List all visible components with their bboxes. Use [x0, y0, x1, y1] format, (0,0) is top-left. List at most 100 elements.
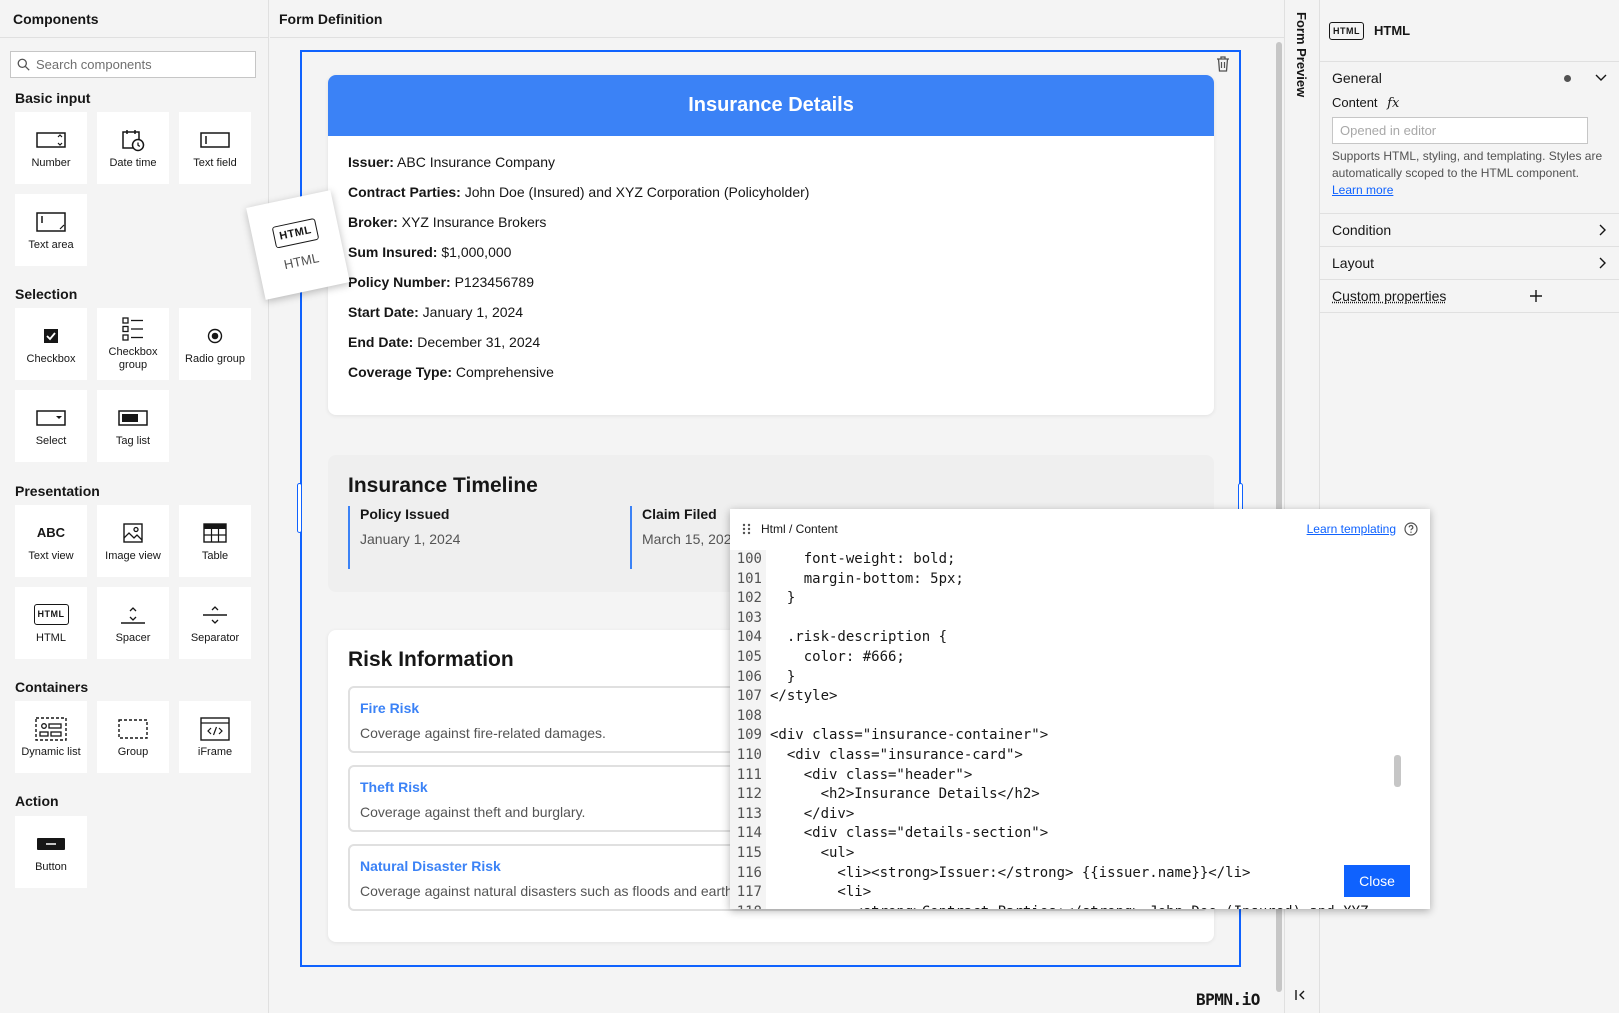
section-layout[interactable]: Layout	[1320, 246, 1619, 279]
tile-date-time-label: Date time	[109, 156, 157, 169]
iframe-icon	[200, 716, 230, 741]
delete-icon[interactable]	[1216, 56, 1230, 72]
line-number: 115	[736, 844, 762, 861]
code-line: <li>	[770, 884, 872, 901]
text-view-icon: ABC	[37, 520, 65, 546]
group-icon	[118, 718, 148, 739]
tile-separator-label: Separator	[190, 631, 240, 644]
tile-button[interactable]: Button	[15, 816, 87, 888]
calendar-clock-icon	[122, 129, 145, 151]
tile-tag-list-label: Tag list	[115, 434, 151, 447]
line-number: 107	[736, 688, 762, 705]
content-field[interactable]: Opened in editor	[1332, 117, 1588, 144]
code-content[interactable]: font-weight: bold; margin-bottom: 5px; }…	[770, 550, 1368, 909]
line-number: 103	[736, 609, 762, 626]
tile-html[interactable]: HTML HTML	[15, 587, 87, 659]
checkbox-icon	[44, 328, 58, 343]
code-editor[interactable]: 100 101 102 103 104 105 106 107 108 109 110 111 112 1…	[730, 550, 1413, 909]
tile-text-view[interactable]: ABC Text view	[15, 505, 87, 577]
bpmn-io-logo[interactable]: BPMN.iO	[1196, 990, 1260, 1009]
timeline-title: Insurance Timeline	[348, 474, 538, 497]
detail-start-date: Start Date: January 1, 2024	[348, 304, 524, 320]
group-containers: Containers	[15, 679, 89, 695]
detail-issuer: Issuer: ABC Insurance Company	[348, 154, 556, 170]
timeline-item-date: January 1, 2024	[360, 531, 461, 547]
resize-handle-left[interactable]	[297, 483, 302, 533]
form-preview-label[interactable]: Form Preview	[1294, 12, 1309, 97]
editor-scrollbar[interactable]	[1394, 755, 1401, 787]
tile-iframe[interactable]: iFrame	[179, 701, 251, 773]
line-number: 112	[736, 786, 762, 803]
general-header[interactable]: General	[1332, 62, 1607, 94]
condition-title: Condition	[1332, 222, 1392, 238]
line-number: 116	[736, 864, 762, 881]
tile-table[interactable]: Table	[179, 505, 251, 577]
tile-dynamic-list[interactable]: Dynamic list	[15, 701, 87, 773]
layout-title: Layout	[1332, 255, 1375, 271]
tile-select[interactable]: Select	[15, 390, 87, 462]
html-icon: HTML	[1329, 21, 1364, 40]
learn-more-link[interactable]: Learn more	[1332, 183, 1393, 197]
components-palette: Components Search components Basic input…	[0, 0, 269, 1013]
tile-group-label: Group	[117, 745, 149, 758]
code-line: font-weight: bold;	[770, 551, 956, 567]
help-icon[interactable]	[1404, 522, 1418, 536]
tile-checkbox-group[interactable]: Checkbox group	[97, 308, 169, 380]
close-button[interactable]: Close	[1344, 865, 1410, 897]
table-icon	[203, 522, 227, 543]
tile-image-view[interactable]: Image view	[97, 505, 169, 577]
editor-header: Html / Content Learn templating	[730, 509, 1430, 550]
editor-title: Html / Content	[761, 522, 838, 536]
custom-properties-title: Custom properties	[1332, 288, 1447, 304]
app-root: Components Search components Basic input…	[0, 0, 1619, 1013]
code-line: margin-bottom: 5px;	[770, 570, 964, 587]
tile-radio-group-label: Radio group	[185, 352, 245, 365]
line-number: 110	[736, 746, 762, 763]
tile-button-label: Button	[35, 860, 67, 873]
fx-icon[interactable]: fx	[1387, 96, 1399, 111]
image-icon	[123, 522, 143, 543]
add-icon[interactable]	[1530, 290, 1543, 302]
code-line: <div class="header">	[770, 766, 973, 783]
tile-text-field[interactable]: Text field	[179, 112, 251, 184]
content-label-row: Content fx	[1332, 95, 1607, 111]
code-line: <h2>Insurance Details</h2>	[770, 786, 1040, 803]
tile-text-area[interactable]: Text area	[15, 194, 87, 266]
tile-checkbox-label: Checkbox	[26, 352, 76, 365]
radio-icon	[207, 328, 223, 343]
number-icon	[36, 131, 66, 148]
search-input[interactable]: Search components	[10, 51, 256, 78]
line-number: 114	[736, 825, 762, 842]
tile-radio-group[interactable]: Radio group	[179, 308, 251, 380]
learn-templating-link[interactable]: Learn templating	[1307, 522, 1396, 536]
collapse-panel-icon[interactable]	[1294, 988, 1306, 1004]
tile-text-field-label: Text field	[193, 156, 237, 169]
text-field-icon	[200, 131, 230, 148]
chevron-right-icon	[1599, 257, 1606, 269]
line-number: 101	[736, 570, 762, 587]
line-number: 118	[730, 903, 762, 909]
search-placeholder: Search components	[36, 57, 152, 72]
code-line: <strong>Contract Parties:</strong> John …	[770, 903, 1368, 909]
timeline-item: Claim Filed March 15, 2024	[630, 506, 739, 569]
section-custom-properties[interactable]: Custom properties	[1320, 279, 1619, 313]
code-line: </div>	[770, 805, 855, 822]
tile-date-time[interactable]: Date time	[97, 112, 169, 184]
drag-handle-icon[interactable]	[742, 523, 752, 535]
search-icon	[17, 58, 30, 71]
content-help: Supports HTML, styling, and templating. …	[1332, 149, 1603, 197]
html-icon: HTML	[271, 217, 320, 249]
code-line: color: #666;	[770, 648, 905, 665]
insurance-details-card: Insurance Details Issuer: ABC Insurance …	[328, 75, 1214, 415]
line-gutter: 100 101 102 103 104 105 106 107 108 109 110 111 112 1…	[730, 550, 766, 909]
content-label: Content	[1332, 95, 1378, 110]
insurance-details-header: Insurance Details	[328, 75, 1214, 136]
tile-separator[interactable]: Separator	[179, 587, 251, 659]
section-condition[interactable]: Condition	[1320, 213, 1619, 246]
tile-number[interactable]: Number	[15, 112, 87, 184]
tile-group[interactable]: Group	[97, 701, 169, 773]
tile-tag-list[interactable]: Tag list	[97, 390, 169, 462]
tile-spacer[interactable]: Spacer	[97, 587, 169, 659]
tile-checkbox[interactable]: Checkbox	[15, 308, 87, 380]
